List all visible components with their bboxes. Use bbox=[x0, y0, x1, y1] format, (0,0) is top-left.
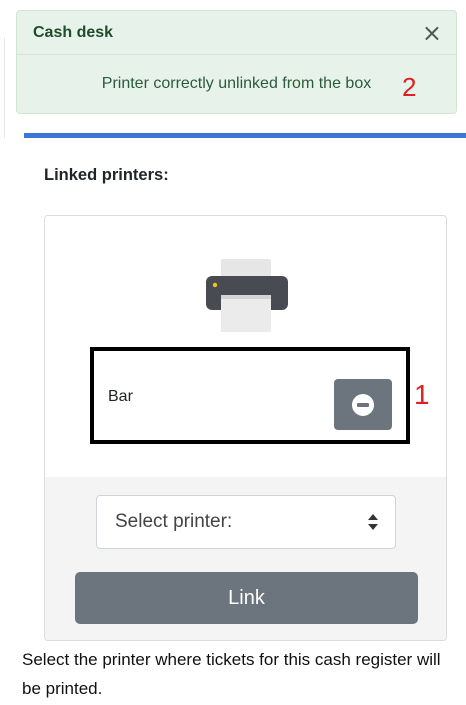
link-button[interactable]: Link bbox=[75, 572, 418, 624]
toast-header: Cash desk × bbox=[17, 11, 456, 55]
toast-notification: Cash desk × Printer correctly unlinked f… bbox=[16, 10, 457, 114]
printers-card: Bar Select printer: Link bbox=[44, 215, 447, 641]
sort-arrows-icon bbox=[368, 514, 378, 530]
help-text: Select the printer where tickets for thi… bbox=[22, 650, 441, 698]
close-button[interactable]: × bbox=[422, 21, 442, 45]
printer-select-value: Select printer: bbox=[115, 511, 233, 532]
section-label: Linked printers: bbox=[44, 166, 169, 184]
toast-body: Printer correctly unlinked from the box bbox=[17, 55, 456, 113]
annotation-marker-2: 2 bbox=[402, 72, 417, 102]
annotation-marker-1: 1 bbox=[414, 379, 430, 410]
toast-title: Cash desk bbox=[33, 23, 114, 41]
minus-circle-icon bbox=[352, 393, 374, 416]
printer-select[interactable]: Select printer: bbox=[96, 495, 396, 549]
accent-bar bbox=[24, 133, 466, 138]
card-body: Bar bbox=[45, 216, 446, 478]
card-footer: Select printer: Link bbox=[45, 477, 446, 640]
printer-name: Bar bbox=[108, 388, 133, 405]
unlink-printer-button[interactable] bbox=[334, 379, 392, 430]
toast-message: Printer correctly unlinked from the box bbox=[101, 75, 372, 92]
linked-printer-item: Bar bbox=[90, 347, 410, 444]
printer-icon bbox=[206, 259, 288, 332]
